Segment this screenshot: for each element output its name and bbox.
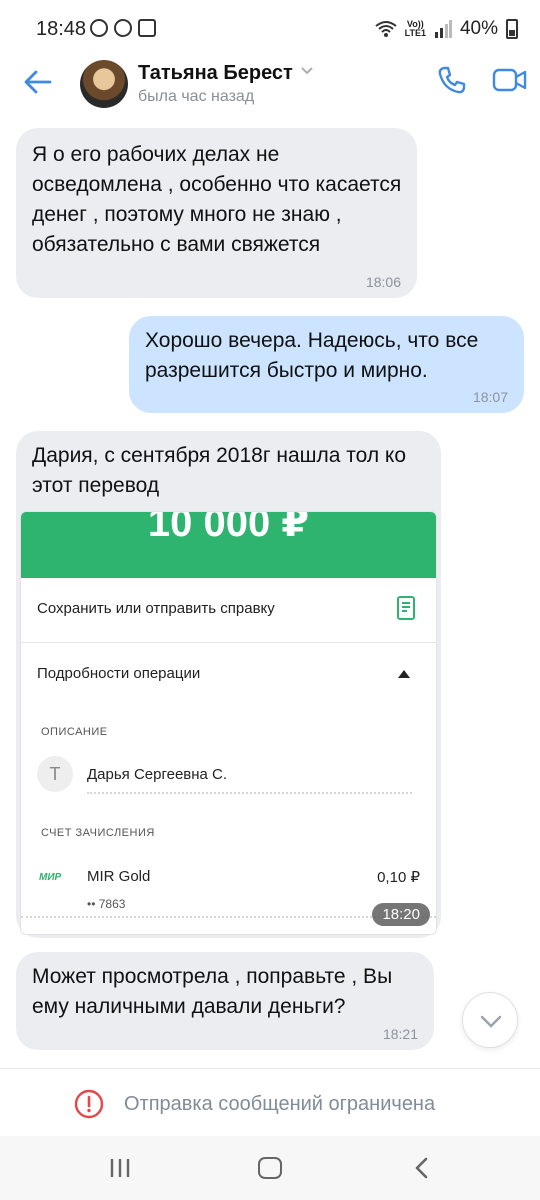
whatsapp-icon	[114, 19, 132, 37]
triangle-up-icon	[398, 670, 410, 678]
message-text: Может просмотрела , поправьте , Вы ему н…	[32, 965, 393, 1018]
scroll-down-button[interactable]	[462, 992, 518, 1048]
transfer-amount: 10 000 ₽	[147, 511, 310, 545]
signal-icon	[434, 20, 452, 38]
gallery-icon	[138, 19, 156, 37]
status-bar: 18:48 Vo)) LTE1 40%	[0, 0, 540, 58]
message-time: 18:06	[365, 274, 401, 290]
nav-back-icon[interactable]	[410, 1156, 434, 1180]
network-label: Vo)) LTE1	[404, 19, 426, 38]
battery-percent: 40%	[459, 18, 498, 39]
details-row: Подробности операции	[21, 665, 436, 682]
divider	[87, 792, 412, 794]
payer-initial: Т	[37, 756, 73, 792]
last-seen: была час назад	[138, 88, 255, 105]
photo-attachment[interactable]: 10 000 ₽ Сохранить или отправить справку…	[20, 511, 437, 935]
message-list[interactable]: Я о его рабочих делах не осведомлена , о…	[0, 118, 540, 1068]
battery-icon	[506, 19, 518, 39]
message-time: 18:20	[372, 903, 430, 926]
mir-logo: МИР	[39, 872, 62, 883]
divider	[21, 642, 436, 643]
chevron-down-icon[interactable]	[300, 66, 314, 76]
details-label: Подробности операции	[37, 665, 201, 682]
avatar[interactable]	[80, 60, 128, 108]
back-arrow-icon[interactable]	[22, 66, 54, 98]
contact-name[interactable]: Татьяна Берест	[138, 62, 293, 85]
restricted-banner: Отправка сообщений ограничена	[0, 1068, 540, 1136]
description-caption: ОПИСАНИЕ	[41, 726, 108, 738]
payer-name: Дарья Сергеевна С.	[87, 766, 228, 783]
message-time: 18:07	[472, 389, 508, 405]
message-bubble[interactable]: Я о его рабочих делах не осведомлена , о…	[16, 128, 417, 298]
home-icon[interactable]	[258, 1157, 282, 1179]
save-receipt-row: Сохранить или отправить справку	[21, 596, 436, 620]
no-disturb-icon	[90, 19, 108, 37]
message-text: Хорошо вечера. Надеюсь, что все разрешит…	[145, 329, 479, 382]
phone-icon[interactable]	[436, 64, 468, 96]
recent-apps-icon[interactable]	[108, 1158, 132, 1178]
message-bubble[interactable]: Хорошо вечера. Надеюсь, что все разрешит…	[129, 316, 524, 413]
card-name: MIR Gold	[87, 868, 151, 885]
account-caption: СЧЕТ ЗАЧИСЛЕНИЯ	[41, 827, 155, 839]
alert-circle-icon	[74, 1089, 104, 1119]
message-time: 18:21	[382, 1026, 418, 1042]
document-icon	[397, 596, 415, 620]
status-right: Vo)) LTE1 40%	[375, 18, 518, 40]
card-number: •• 7863	[87, 897, 126, 911]
chat-header: Татьяна Берест была час назад	[0, 58, 540, 114]
restricted-text: Отправка сообщений ограничена	[124, 1093, 436, 1115]
message-text: Я о его рабочих делах не осведомлена , о…	[32, 143, 402, 256]
system-nav-bar	[0, 1136, 540, 1200]
message-bubble[interactable]: Может просмотрела , поправьте , Вы ему н…	[16, 952, 434, 1050]
notification-icons	[90, 19, 156, 37]
wifi-icon	[375, 21, 397, 37]
receipt-header: 10 000 ₽	[21, 512, 436, 578]
card-amount: 0,10 ₽	[377, 869, 420, 886]
message-text: Дария, с сентября 2018г нашла тол ко это…	[32, 444, 407, 497]
save-receipt-label: Сохранить или отправить справку	[37, 600, 275, 617]
chevron-down-icon	[480, 1015, 502, 1028]
video-call-icon[interactable]	[492, 64, 528, 96]
status-time: 18:48	[36, 18, 87, 40]
